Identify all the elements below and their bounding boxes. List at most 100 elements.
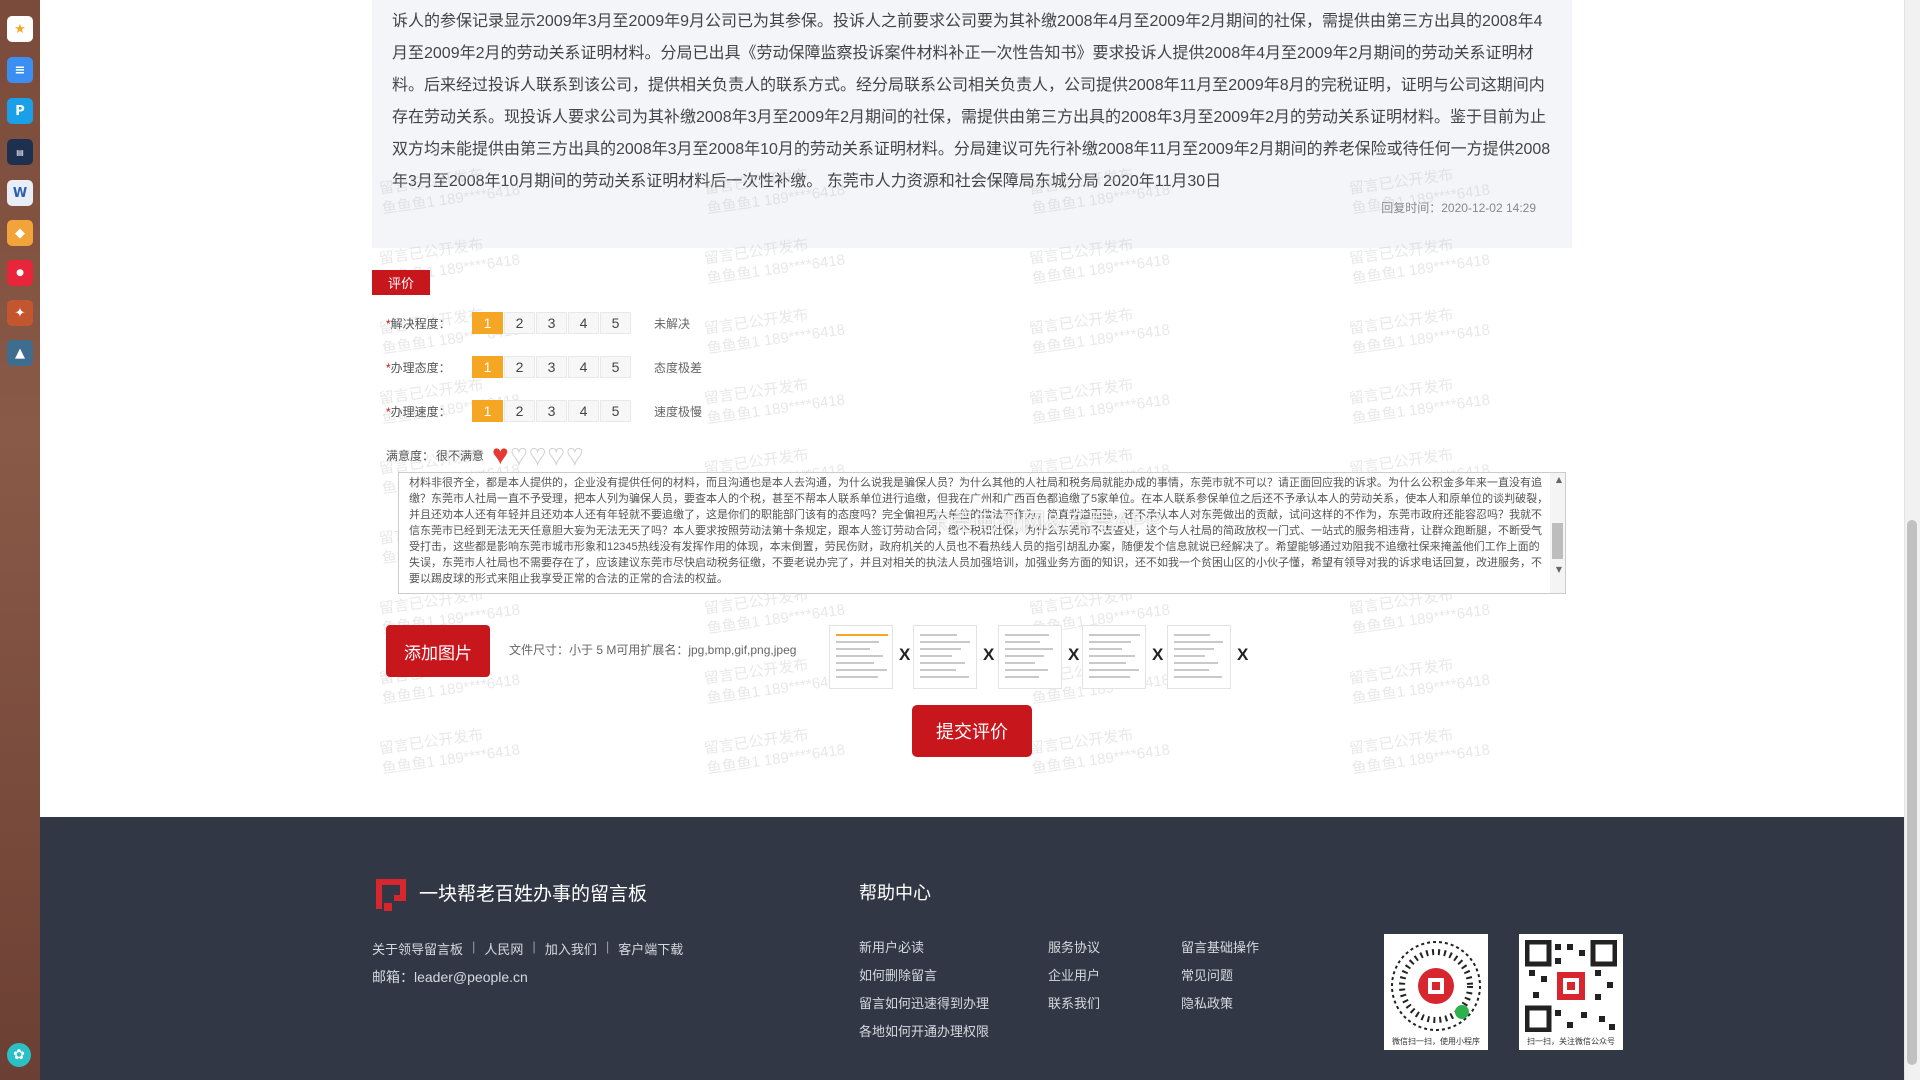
footer-link-about[interactable]: 关于领导留言板 <box>372 939 463 958</box>
assistant-icon[interactable]: ✿ <box>7 1043 31 1067</box>
help-link[interactable]: 企业用户 <box>1048 967 1100 995</box>
heart-icon[interactable]: ♥ <box>492 441 509 469</box>
watermark-line: 鱼鱼鱼1 189****6418 <box>1030 321 1172 358</box>
uploaded-image-thumbnail[interactable] <box>829 625 893 689</box>
rating-score-button[interactable]: 4 <box>568 356 599 378</box>
uploaded-image-thumbnail[interactable] <box>1167 625 1231 689</box>
help-link[interactable]: 留言如何迅速得到办理 <box>859 995 989 1023</box>
remove-image-button[interactable]: X <box>1237 645 1248 665</box>
heart-icon[interactable]: ♥ <box>529 440 547 469</box>
textarea-scroll-thumb[interactable] <box>1552 523 1563 559</box>
game-app-2-icon[interactable]: ✦ <box>7 300 33 326</box>
rating-score-button[interactable]: 3 <box>536 400 567 422</box>
rating-score-button[interactable]: 2 <box>504 356 535 378</box>
uploaded-image-thumbnail[interactable] <box>1082 625 1146 689</box>
rating-score-button[interactable]: 5 <box>600 312 631 334</box>
thumbnail-line <box>920 641 970 643</box>
watermark-line: 鱼鱼鱼1 189****6418 <box>1350 741 1492 778</box>
watermark-line: 鱼鱼鱼1 189****6418 <box>1350 321 1492 358</box>
uploaded-image-thumbnail[interactable] <box>913 625 977 689</box>
page-scrollbar[interactable] <box>1904 0 1920 1080</box>
satisfaction-value: 很不满意 <box>436 448 485 463</box>
game-app-3-icon[interactable]: ▲ <box>7 340 33 366</box>
help-column-1: 新用户必读 如何删除留言 留言如何迅速得到办理 各地如何开通办理权限 <box>859 939 989 1051</box>
footer-link-separator: | <box>532 939 536 954</box>
thumbnail-line <box>920 676 969 678</box>
heart-icon[interactable]: ♥ <box>547 440 565 469</box>
wechat-account-qr-icon <box>1525 940 1617 1032</box>
heart-icon[interactable]: ♥ <box>566 440 584 469</box>
help-link[interactable]: 隐私政策 <box>1181 995 1259 1023</box>
thumbnail-line <box>836 669 887 671</box>
thumbnail-line <box>836 676 878 678</box>
footer-slogan: 一块帮老百姓办事的留言板 <box>419 884 648 905</box>
rating-description: 速度极慢 <box>654 404 703 419</box>
watermark-line: 留言已公开发布 <box>1028 726 1135 758</box>
page-scroll-thumb[interactable] <box>1907 520 1917 1065</box>
remove-image-button[interactable]: X <box>899 645 910 665</box>
watermark-line: 鱼鱼鱼1 189****6418 <box>1350 391 1492 428</box>
rating-score-button[interactable]: 4 <box>568 312 599 334</box>
footer-link-separator: | <box>472 939 476 954</box>
scroll-up-icon[interactable]: ▲ <box>1556 475 1562 484</box>
watermark-line: 留言已公开发布 <box>703 306 810 338</box>
rating-score-button[interactable]: 4 <box>568 400 599 422</box>
help-link[interactable]: 各地如何开通办理权限 <box>859 1023 989 1051</box>
rating-description: 未解决 <box>654 316 691 331</box>
rating-score-button[interactable]: 2 <box>504 400 535 422</box>
remove-image-button[interactable]: X <box>1152 645 1163 665</box>
remove-image-button[interactable]: X <box>1068 645 1079 665</box>
help-link[interactable]: 服务协议 <box>1048 939 1100 967</box>
rating-score-button[interactable]: 1 <box>472 400 503 422</box>
rating-label-text: 办理态度： <box>390 360 451 375</box>
scroll-down-icon[interactable]: ▼ <box>1556 565 1562 574</box>
help-center-title: 帮助中心 <box>859 883 931 903</box>
watermark-line: 留言已公开发布 <box>1028 306 1135 338</box>
heart-icon[interactable]: ♥ <box>510 440 528 469</box>
thumbnail-line <box>1174 655 1205 657</box>
submit-evaluation-button[interactable]: 提交评价 <box>912 705 1032 757</box>
rating-score-button[interactable]: 1 <box>472 356 503 378</box>
satisfaction-label: 满意度： <box>386 448 435 463</box>
qr-caption: 微信扫一扫，使用小程序 <box>1392 1037 1480 1046</box>
news-app-icon[interactable]: ▤ <box>7 139 33 165</box>
remove-image-button[interactable]: X <box>983 645 994 665</box>
evaluation-tag: 评价 <box>372 270 430 294</box>
watermark-line: 鱼鱼鱼1 189****6418 <box>1030 391 1172 428</box>
footer-links: 关于领导留言板 | 人民网 | 加入我们 | 客户端下载 <box>372 939 683 958</box>
rating-score-button[interactable]: 3 <box>536 312 567 334</box>
doc-app-icon[interactable]: ≡ <box>7 57 33 83</box>
watermark: 留言已公开发布鱼鱼鱼1 189****6418 <box>1348 371 1491 430</box>
thumbnail-line <box>836 662 874 664</box>
rating-row: *解决程度： 1 2 3 4 5 未解决 <box>386 312 690 334</box>
word-app-icon[interactable]: W <box>7 180 33 206</box>
help-link[interactable]: 如何删除留言 <box>859 967 989 995</box>
rating-label: *办理速度： <box>386 403 472 420</box>
add-image-button[interactable]: 添加图片 <box>386 625 490 677</box>
watermark-line: 鱼鱼鱼1 189****6418 <box>705 251 847 288</box>
star-app-icon[interactable]: ★ <box>7 16 33 42</box>
footer-link-download[interactable]: 客户端下载 <box>618 939 683 958</box>
rating-score-button[interactable]: 1 <box>472 312 503 334</box>
rating-score-button[interactable]: 5 <box>600 400 631 422</box>
textarea-scrollbar[interactable]: ▲ ▼ <box>1550 473 1565 593</box>
rating-score-button[interactable]: 2 <box>504 312 535 334</box>
p-app-icon[interactable]: P <box>7 98 33 124</box>
help-link[interactable]: 联系我们 <box>1048 995 1100 1023</box>
thumbnail-line <box>1089 648 1122 650</box>
help-link[interactable]: 常见问题 <box>1181 967 1259 995</box>
app-dock: ★ ≡ P ▤ W ◆ ● ✦ ▲ ✿ <box>0 0 40 1080</box>
shop-app-icon[interactable]: ● <box>7 260 33 286</box>
rating-score-button[interactable]: 5 <box>600 356 631 378</box>
footer-link-join[interactable]: 加入我们 <box>545 939 597 958</box>
rating-label: *办理态度： <box>386 359 472 376</box>
rating-score-button[interactable]: 3 <box>536 356 567 378</box>
help-link[interactable]: 新用户必读 <box>859 939 989 967</box>
help-link[interactable]: 留言基础操作 <box>1181 939 1259 967</box>
watermark-line: 留言已公开发布 <box>1348 376 1455 408</box>
game-app-1-icon[interactable]: ◆ <box>7 220 33 246</box>
thumbnail-line <box>1005 648 1053 650</box>
uploaded-image-thumbnail[interactable] <box>998 625 1062 689</box>
watermark-line: 留言已公开发布 <box>703 376 810 408</box>
footer-link-people[interactable]: 人民网 <box>484 939 523 958</box>
